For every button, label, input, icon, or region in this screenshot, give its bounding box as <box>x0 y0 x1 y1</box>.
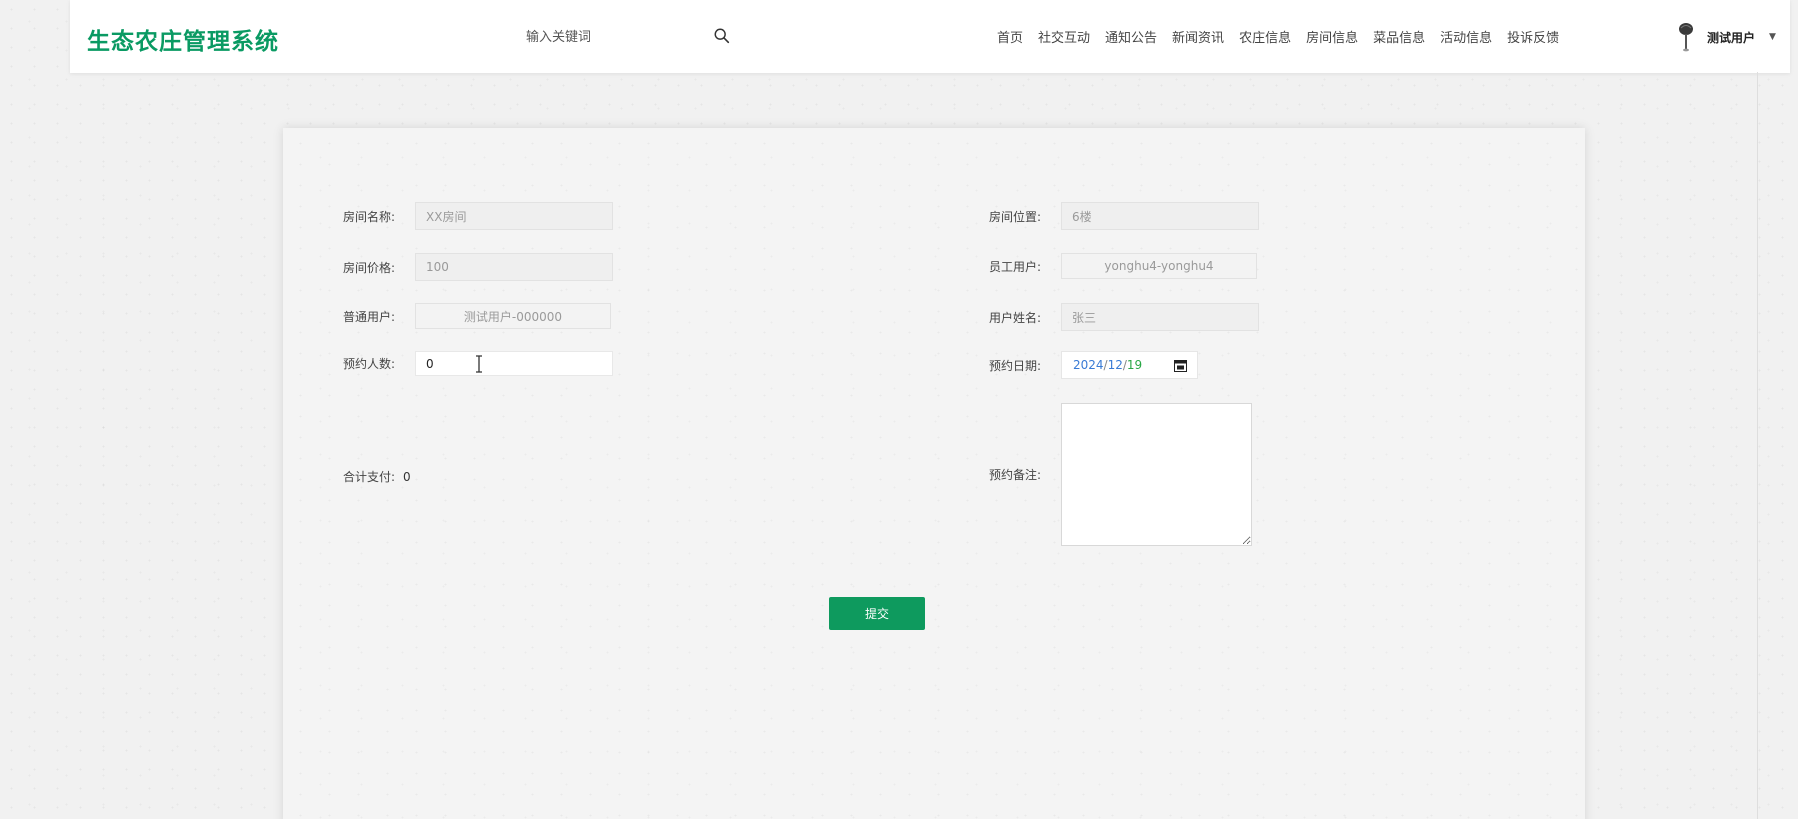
page-divider <box>1757 72 1758 819</box>
booking-form: 房间名称: 房间位置: 房间价格: 员工用户: 普通用户: 用户姓名: 预约人数… <box>283 128 1585 819</box>
room-location-input[interactable] <box>1061 202 1259 230</box>
field-total-pay: 合计支付: 0 <box>343 468 411 485</box>
nav-item-room-info[interactable]: 房间信息 <box>1306 27 1358 46</box>
search-input[interactable] <box>440 23 700 51</box>
nav-item-social[interactable]: 社交互动 <box>1038 27 1090 46</box>
user-name-label: 用户姓名: <box>989 310 1042 325</box>
field-remark: 预约备注: <box>989 403 1252 546</box>
nav-item-feedback[interactable]: 投诉反馈 <box>1507 27 1559 46</box>
date-day: 19 <box>1126 358 1143 372</box>
normal-user-select[interactable] <box>415 303 611 329</box>
main-nav: 首页 社交互动 通知公告 新闻资讯 农庄信息 房间信息 菜品信息 活动信息 投诉… <box>997 27 1574 46</box>
field-room-price: 房间价格: <box>343 253 613 281</box>
date-month: 12 <box>1107 358 1123 372</box>
staff-user-select[interactable] <box>1061 253 1257 279</box>
user-menu[interactable]: 测试用户 ▼ <box>1675 20 1776 54</box>
search-icon[interactable] <box>713 27 731 45</box>
normal-user-label: 普通用户: <box>343 309 396 324</box>
room-name-input[interactable] <box>415 202 613 230</box>
search-box <box>440 23 740 51</box>
remark-label: 预约备注: <box>989 468 1042 482</box>
nav-item-activity-info[interactable]: 活动信息 <box>1440 27 1492 46</box>
nav-item-home[interactable]: 首页 <box>997 27 1023 46</box>
submit-button[interactable]: 提交 <box>829 597 925 630</box>
room-location-label: 房间位置: <box>989 209 1042 224</box>
nav-item-farm-info[interactable]: 农庄信息 <box>1239 27 1291 46</box>
avatar <box>1679 23 1693 52</box>
booking-date-label: 预约日期: <box>989 358 1042 373</box>
field-staff-user: 员工用户: <box>989 253 1257 279</box>
chevron-down-icon[interactable]: ▼ <box>1769 32 1776 42</box>
nav-item-dish-info[interactable]: 菜品信息 <box>1373 27 1425 46</box>
room-price-input[interactable] <box>415 253 613 281</box>
remark-textarea[interactable] <box>1061 403 1252 546</box>
date-year: 2024 <box>1073 358 1104 372</box>
total-pay-value: 0 <box>403 469 411 484</box>
total-pay-label: 合计支付: <box>343 470 396 484</box>
site-brand[interactable]: 生态农庄管理系统 <box>87 22 279 56</box>
room-name-label: 房间名称: <box>343 209 396 224</box>
field-booking-date: 预约日期: 2024 / 12 / 19 <box>989 351 1198 379</box>
field-normal-user: 普通用户: <box>343 303 611 329</box>
text-cursor-icon <box>476 355 482 373</box>
room-price-label: 房间价格: <box>343 260 396 275</box>
field-room-location: 房间位置: <box>989 202 1259 230</box>
calendar-icon[interactable] <box>1174 359 1187 372</box>
guest-count-input[interactable] <box>415 351 613 376</box>
nav-item-news[interactable]: 新闻资讯 <box>1172 27 1224 46</box>
field-user-name: 用户姓名: <box>989 303 1259 331</box>
nav-item-notices[interactable]: 通知公告 <box>1105 27 1157 46</box>
booking-date-input[interactable]: 2024 / 12 / 19 <box>1061 351 1198 379</box>
user-name-input[interactable] <box>1061 303 1259 331</box>
user-name: 测试用户 <box>1707 30 1756 45</box>
top-navbar: 生态农庄管理系统 首页 社交互动 通知公告 新闻资讯 农庄信息 房间信息 菜品信… <box>70 0 1790 73</box>
guest-count-label: 预约人数: <box>343 357 396 371</box>
field-room-name: 房间名称: <box>343 202 613 230</box>
staff-user-label: 员工用户: <box>989 259 1042 274</box>
